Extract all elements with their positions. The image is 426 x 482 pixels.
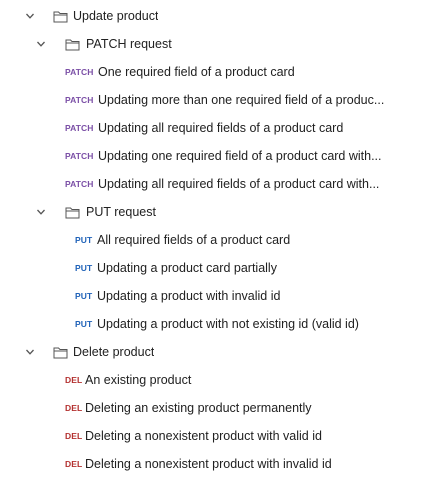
request-label: Updating a product with not existing id … [97, 317, 359, 331]
request-label: Updating more than one required field of… [98, 93, 385, 107]
request-label: Updating a product with invalid id [97, 289, 281, 303]
method-badge-del: DEL [65, 431, 83, 441]
request-item[interactable]: PATCH Updating one required field of a p… [0, 142, 426, 170]
request-label: Deleting a nonexistent product with inva… [85, 457, 332, 471]
request-label: Updating a product card partially [97, 261, 277, 275]
method-badge-del: DEL [65, 375, 83, 385]
request-item[interactable]: PATCH Updating all required fields of a … [0, 170, 426, 198]
method-badge-patch: PATCH [65, 67, 94, 77]
folder-label: Delete product [73, 345, 155, 359]
method-badge-patch: PATCH [65, 151, 94, 161]
request-item[interactable]: PUT Updating a product card partially [0, 254, 426, 282]
method-badge-del: DEL [65, 403, 83, 413]
method-badge-patch: PATCH [65, 179, 94, 189]
request-item[interactable]: DEL An existing product [0, 366, 426, 394]
folder-label: Update product [73, 9, 159, 23]
method-badge-put: PUT [75, 319, 93, 329]
method-badge-put: PUT [75, 291, 93, 301]
folder-put-request[interactable]: PUT request [0, 198, 426, 226]
request-item[interactable]: PUT Updating a product with invalid id [0, 282, 426, 310]
folder-icon [65, 206, 80, 219]
chevron-down-icon[interactable] [24, 10, 36, 22]
request-label: Updating one required field of a product… [98, 149, 382, 163]
request-label: Deleting an existing product permanently [85, 401, 312, 415]
request-label: Updating all required fields of a produc… [98, 121, 344, 135]
method-badge-put: PUT [75, 263, 93, 273]
chevron-down-icon[interactable] [35, 38, 47, 50]
request-label: One required field of a product card [98, 65, 295, 79]
method-badge-patch: PATCH [65, 123, 94, 133]
method-badge-put: PUT [75, 235, 93, 245]
request-label: An existing product [85, 373, 192, 387]
request-item[interactable]: PUT Updating a product with not existing… [0, 310, 426, 338]
folder-delete-product[interactable]: Delete product [0, 338, 426, 366]
request-item[interactable]: DEL Deleting a nonexistent product with … [0, 422, 426, 450]
collection-tree: Update product PATCH request PATCH One r… [0, 0, 426, 482]
folder-icon [53, 346, 68, 359]
request-item[interactable]: PATCH Updating more than one required fi… [0, 86, 426, 114]
request-label: All required fields of a product card [97, 233, 291, 247]
request-item[interactable]: PUT All required fields of a product car… [0, 226, 426, 254]
request-item[interactable]: DEL Deleting a nonexistent product with … [0, 450, 426, 478]
request-item[interactable]: DEL Deleting an existing product permane… [0, 394, 426, 422]
chevron-down-icon[interactable] [35, 206, 47, 218]
method-badge-del: DEL [65, 459, 83, 469]
request-label: Updating all required fields of a produc… [98, 177, 380, 191]
request-label: Deleting a nonexistent product with vali… [85, 429, 322, 443]
folder-update-product[interactable]: Update product [0, 2, 426, 30]
chevron-down-icon[interactable] [24, 346, 36, 358]
method-badge-patch: PATCH [65, 95, 94, 105]
folder-label: PUT request [86, 205, 156, 219]
folder-patch-request[interactable]: PATCH request [0, 30, 426, 58]
request-item[interactable]: PATCH Updating all required fields of a … [0, 114, 426, 142]
folder-icon [65, 38, 80, 51]
folder-icon [53, 10, 68, 23]
request-item[interactable]: PATCH One required field of a product ca… [0, 58, 426, 86]
folder-label: PATCH request [86, 37, 172, 51]
